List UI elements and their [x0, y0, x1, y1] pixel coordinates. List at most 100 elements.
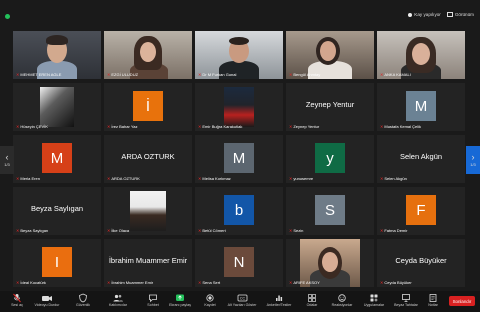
- polls-button[interactable]: Anketler/Testler: [262, 293, 296, 308]
- participant-tile[interactable]: Ceyda Büyüker ✕Ceyda Büyüker: [377, 239, 465, 287]
- mic-muted-icon: ✕: [380, 176, 384, 181]
- mic-muted-icon: ✕: [107, 280, 111, 285]
- mic-muted-icon: ✕: [107, 228, 111, 233]
- participant-display-name: Beyza Saylıgan: [30, 204, 84, 213]
- avatar: M: [42, 143, 72, 173]
- chevron-right-icon: ›: [471, 152, 475, 162]
- stop-video-button[interactable]: Videoyu Durdur: [30, 293, 64, 308]
- mic-muted-icon: ✕: [289, 176, 293, 181]
- participant-display-name: ARDA OZTURK: [121, 152, 175, 161]
- mic-muted-icon: ✕: [289, 72, 293, 77]
- participant-name: ✕MEHMET EREN AGLE: [16, 72, 62, 77]
- mic-muted-icon: ✕: [16, 72, 20, 77]
- participant-name: ✕Sezin: [289, 228, 304, 233]
- participant-tile-active-speaker[interactable]: ✕Dr M Furkan Gunal: [195, 31, 283, 79]
- participant-tile[interactable]: ✕Hüseyin ÇEVİK: [13, 83, 101, 131]
- avatar: S: [315, 195, 345, 225]
- participant-tile[interactable]: M ✕Mustafa Kemal Çelik: [377, 83, 465, 131]
- breakout-rooms-button[interactable]: Odalar: [295, 293, 329, 308]
- participant-tile[interactable]: M ✕Merla Eren: [13, 135, 101, 183]
- participant-tile[interactable]: ✕İlke Olaca: [104, 187, 192, 235]
- chevron-left-icon: ‹: [5, 152, 9, 162]
- participant-tile[interactable]: M ✕Melisa Korkmaz: [195, 135, 283, 183]
- participant-name: ✕Emir Buğra Karakutlak: [198, 124, 243, 129]
- poll-icon: [274, 293, 284, 303]
- participant-tile[interactable]: N ✕Sena Sert: [195, 239, 283, 287]
- participant-name: ✕Beyza Saylıgan: [16, 228, 49, 233]
- participant-name: ✕İlke Olaca: [107, 228, 130, 233]
- notes-icon: [428, 293, 438, 303]
- participant-tile[interactable]: ✕ANKA KAMALI: [377, 31, 465, 79]
- participant-tile[interactable]: ✕ARIFE AKSOY: [286, 239, 374, 287]
- participant-display-name: Zeynep Yentur: [305, 100, 355, 109]
- participant-display-name: Selen Akgün: [399, 152, 443, 161]
- participant-tile[interactable]: ✕Emir Buğra Karakutlak: [195, 83, 283, 131]
- participant-tile[interactable]: F ✕Fatma Demir: [377, 187, 465, 235]
- share-screen-icon: [175, 293, 185, 303]
- mic-muted-icon: ✕: [198, 176, 202, 181]
- mic-muted-icon: ✕: [380, 280, 384, 285]
- participant-grid: ✕MEHMET EREN AGLE ✕EZGİ ULUDUZ ✕Dr M Fur…: [12, 30, 468, 290]
- participant-name: ✕Mustafa Kemal Çelik: [380, 124, 422, 129]
- participant-tile[interactable]: Zeynep Yentur ✕Zeynep Yentur: [286, 83, 374, 131]
- security-button[interactable]: Güvenlik: [66, 293, 100, 308]
- whiteboard-icon: [401, 293, 411, 303]
- mic-muted-icon: ✕: [16, 280, 20, 285]
- participant-name: ✕İrez Bahar Yaz: [107, 124, 138, 129]
- previous-page-button[interactable]: ‹ 1/3: [0, 146, 14, 174]
- grid-view-icon: [446, 12, 453, 18]
- participant-tile[interactable]: İ ✕İrez Bahar Yaz: [104, 83, 192, 131]
- record-dot-icon: [408, 12, 413, 17]
- participant-name: ✕İdeal Kocatürk: [16, 280, 46, 285]
- notes-button[interactable]: Notlar: [416, 293, 450, 308]
- avatar: y: [315, 143, 345, 173]
- captions-button[interactable]: CC Alt Yazıları Göster: [225, 293, 259, 308]
- participant-name: ✕Hüseyin ÇEVİK: [16, 124, 48, 129]
- participant-tile[interactable]: ✕MEHMET EREN AGLE: [13, 31, 101, 79]
- participant-display-name: İbrahim Muammer Emir: [108, 256, 188, 265]
- participant-display-name: Ceyda Büyüker: [395, 256, 447, 265]
- next-page-button[interactable]: › 1/3: [466, 146, 480, 174]
- mic-muted-icon: ✕: [380, 228, 384, 233]
- participant-name: ✕ARDA OZTURK: [107, 176, 140, 181]
- participant-name: ✕EZGİ ULUDUZ: [107, 72, 139, 77]
- share-screen-button[interactable]: Ekranı paylaş: [163, 293, 197, 308]
- view-button[interactable]: Görünüm: [446, 12, 474, 18]
- mic-muted-icon: ✕: [16, 228, 20, 233]
- participant-name: ✕Merla Eren: [16, 176, 40, 181]
- mic-muted-icon: ✕: [107, 176, 111, 181]
- participant-name: ✕ANKA KAMALI: [380, 72, 411, 77]
- participant-tile[interactable]: Selen Akgün ✕Selen Akgün: [377, 135, 465, 183]
- record-button[interactable]: Kaydet: [193, 293, 227, 308]
- rooms-icon: [307, 293, 317, 303]
- mic-muted-icon: [12, 293, 22, 303]
- unmute-button[interactable]: Sesi aç: [0, 293, 34, 308]
- participant-tile[interactable]: S ✕Sezin: [286, 187, 374, 235]
- participant-name: ✕Sena Sert: [198, 280, 221, 285]
- participant-tile[interactable]: ✕Bengül Ahmtay: [286, 31, 374, 79]
- top-right-controls: Kay yapılıyor Görünüm: [408, 12, 474, 18]
- mic-muted-icon: ✕: [107, 72, 111, 77]
- participant-tile[interactable]: ARDA OZTURK ✕ARDA OZTURK: [104, 135, 192, 183]
- apps-button[interactable]: Uygulamalar: [357, 293, 391, 308]
- reactions-button[interactable]: Reaksiyonlar: [325, 293, 359, 308]
- avatar: M: [406, 91, 436, 121]
- participant-tile[interactable]: b ✕Betül Cömert: [195, 187, 283, 235]
- mic-muted-icon: ✕: [380, 124, 384, 129]
- participant-tile[interactable]: I ✕İdeal Kocatürk: [13, 239, 101, 287]
- video-icon: [41, 293, 53, 303]
- participant-tile[interactable]: y ✕yunusemre: [286, 135, 374, 183]
- profile-photo: [40, 87, 74, 127]
- participant-name: ✕İbrahim Muammer Emir: [107, 280, 154, 285]
- participant-tile[interactable]: Beyza Saylıgan ✕Beyza Saylıgan: [13, 187, 101, 235]
- mic-muted-icon: ✕: [107, 124, 111, 129]
- participant-tile[interactable]: ✕EZGİ ULUDUZ: [104, 31, 192, 79]
- end-meeting-button[interactable]: Sonlandır: [449, 296, 475, 306]
- participants-button[interactable]: Katılımcılar: [101, 293, 135, 308]
- shield-icon: [78, 293, 88, 303]
- profile-photo: [224, 87, 254, 127]
- participant-name: ✕Selen Akgün: [380, 176, 407, 181]
- participant-tile[interactable]: İbrahim Muammer Emir ✕İbrahim Muammer Em…: [104, 239, 192, 287]
- recording-indicator[interactable]: Kay yapılıyor: [408, 12, 441, 17]
- mic-muted-icon: ✕: [289, 228, 293, 233]
